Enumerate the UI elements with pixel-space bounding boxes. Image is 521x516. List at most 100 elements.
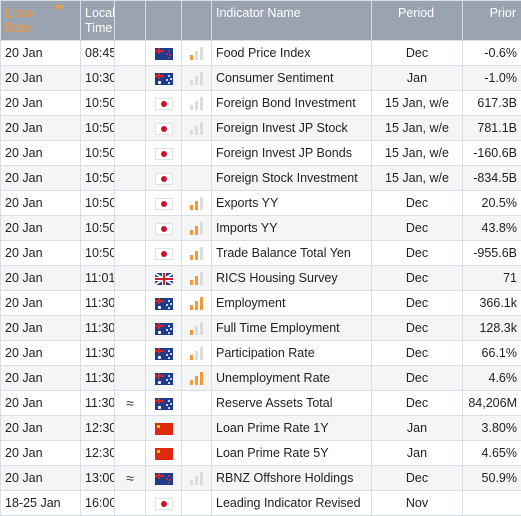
- row-indicator-name[interactable]: Leading Indicator Revised: [212, 491, 372, 516]
- row-volatility: [182, 341, 212, 366]
- row-country: [146, 241, 182, 266]
- row-country: [146, 366, 182, 391]
- row-prior: 66.1%: [463, 341, 521, 366]
- row-date: 20 Jan: [1, 241, 81, 266]
- row-time: 11:30: [81, 291, 115, 316]
- column-header-prior[interactable]: Prior: [463, 1, 521, 41]
- row-period: 15 Jan, w/e: [372, 141, 463, 166]
- row-indicator-name[interactable]: Trade Balance Total Yen: [212, 241, 372, 266]
- row-time: 12:30: [81, 416, 115, 441]
- row-indicator-name[interactable]: Foreign Invest JP Stock: [212, 116, 372, 141]
- jp-flag-icon: [155, 223, 173, 235]
- row-time: 10:50: [81, 166, 115, 191]
- country-header-label: [146, 1, 181, 6]
- row-volatility: [182, 266, 212, 291]
- row-indicator-name[interactable]: RICS Housing Survey: [212, 266, 372, 291]
- row-volatility: [182, 491, 212, 516]
- row-period: Jan: [372, 441, 463, 466]
- row-indicator-name[interactable]: Employment: [212, 291, 372, 316]
- column-header-local-date[interactable]: Local Date: [1, 1, 81, 41]
- row-prior: 366.1k: [463, 291, 521, 316]
- table-row[interactable]: 20 Jan12:30Loan Prime Rate 5YJan4.65%: [1, 441, 521, 466]
- row-period: 15 Jan, w/e: [372, 91, 463, 116]
- row-country: [146, 166, 182, 191]
- row-prelim: [115, 341, 146, 366]
- row-indicator-name[interactable]: Full Time Employment: [212, 316, 372, 341]
- row-period: Nov: [372, 491, 463, 516]
- row-period: Dec: [372, 366, 463, 391]
- row-indicator-name[interactable]: Participation Rate: [212, 341, 372, 366]
- row-indicator-name[interactable]: Food Price Index: [212, 41, 372, 66]
- table-row[interactable]: 20 Jan11:30Participation RateDec66.1%: [1, 341, 521, 366]
- row-indicator-name[interactable]: Loan Prime Rate 5Y: [212, 441, 372, 466]
- volatility-bars-icon: [190, 222, 204, 235]
- column-header-local-time[interactable]: Local Time: [81, 1, 115, 41]
- au-flag-icon: [155, 73, 173, 85]
- au-flag-icon: [155, 398, 173, 410]
- row-indicator-name[interactable]: Exports YY: [212, 191, 372, 216]
- row-prelim: [115, 366, 146, 391]
- volatility-bars-icon: [190, 322, 204, 335]
- au-flag-icon: [155, 298, 173, 310]
- row-indicator-name[interactable]: Foreign Stock Investment: [212, 166, 372, 191]
- row-indicator-name[interactable]: Consumer Sentiment: [212, 66, 372, 91]
- prior-label: Prior: [463, 1, 521, 21]
- indicator-name-label: Indicator Name: [212, 1, 371, 21]
- row-prior: -160.6B: [463, 141, 521, 166]
- row-prior: [463, 491, 521, 516]
- row-time: 10:30: [81, 66, 115, 91]
- table-row[interactable]: 20 Jan11:01RICS Housing SurveyDec71: [1, 266, 521, 291]
- table-row[interactable]: 20 Jan10:50Imports YYDec43.8%: [1, 216, 521, 241]
- row-indicator-name[interactable]: Foreign Invest JP Bonds: [212, 141, 372, 166]
- row-date: 20 Jan: [1, 41, 81, 66]
- row-prior: 50.9%: [463, 466, 521, 491]
- table-row[interactable]: 18-25 Jan16:00Leading Indicator RevisedN…: [1, 491, 521, 516]
- table-row[interactable]: 20 Jan10:50Foreign Invest JP Bonds15 Jan…: [1, 141, 521, 166]
- table-row[interactable]: 20 Jan10:50Exports YYDec20.5%: [1, 191, 521, 216]
- row-date: 20 Jan: [1, 391, 81, 416]
- table-row[interactable]: 20 Jan11:30Full Time EmploymentDec128.3k: [1, 316, 521, 341]
- row-country: [146, 291, 182, 316]
- economic-calendar-table: Local Date Local Time Indicator Name Per…: [0, 0, 521, 516]
- table-row[interactable]: 20 Jan11:30EmploymentDec366.1k: [1, 291, 521, 316]
- row-indicator-name[interactable]: RBNZ Offshore Holdings: [212, 466, 372, 491]
- table-row[interactable]: 20 Jan10:50Foreign Bond Investment15 Jan…: [1, 91, 521, 116]
- table-row[interactable]: 20 Jan08:45Food Price IndexDec-0.6%: [1, 41, 521, 66]
- au-flag-icon: [155, 373, 173, 385]
- row-prior: -834.5B: [463, 166, 521, 191]
- row-indicator-name[interactable]: Foreign Bond Investment: [212, 91, 372, 116]
- row-date: 20 Jan: [1, 141, 81, 166]
- row-indicator-name[interactable]: Loan Prime Rate 1Y: [212, 416, 372, 441]
- column-header-period[interactable]: Period: [372, 1, 463, 41]
- row-prelim: [115, 491, 146, 516]
- local-time-label: Local Time: [85, 6, 115, 36]
- row-indicator-name[interactable]: Unemployment Rate: [212, 366, 372, 391]
- column-header-volatility[interactable]: [182, 1, 212, 41]
- table-row[interactable]: 20 Jan13:00≈RBNZ Offshore HoldingsDec50.…: [1, 466, 521, 491]
- row-period: Dec: [372, 466, 463, 491]
- nz-flag-icon: [155, 48, 173, 60]
- jp-flag-icon: [155, 198, 173, 210]
- table-row[interactable]: 20 Jan11:30Unemployment RateDec4.6%: [1, 366, 521, 391]
- table-row[interactable]: 20 Jan12:30Loan Prime Rate 1YJan3.80%: [1, 416, 521, 441]
- column-header-indicator-name[interactable]: Indicator Name: [212, 1, 372, 41]
- row-prelim: [115, 266, 146, 291]
- table-row[interactable]: 20 Jan10:30Consumer SentimentJan-1.0%: [1, 66, 521, 91]
- table-row[interactable]: 20 Jan10:50Foreign Stock Investment15 Ja…: [1, 166, 521, 191]
- table-row[interactable]: 20 Jan10:50Foreign Invest JP Stock15 Jan…: [1, 116, 521, 141]
- row-indicator-name[interactable]: Reserve Assets Total: [212, 391, 372, 416]
- row-volatility: [182, 466, 212, 491]
- row-country: [146, 441, 182, 466]
- row-indicator-name[interactable]: Imports YY: [212, 216, 372, 241]
- row-period: Dec: [372, 216, 463, 241]
- column-header-prelim[interactable]: [115, 1, 146, 41]
- table-row[interactable]: 20 Jan11:30≈Reserve Assets TotalDec84,20…: [1, 391, 521, 416]
- column-header-country[interactable]: [146, 1, 182, 41]
- table-row[interactable]: 20 Jan10:50Trade Balance Total YenDec-95…: [1, 241, 521, 266]
- row-volatility: [182, 241, 212, 266]
- row-volatility: [182, 41, 212, 66]
- row-volatility: [182, 116, 212, 141]
- row-date: 20 Jan: [1, 416, 81, 441]
- row-prelim: [115, 66, 146, 91]
- row-prelim: [115, 216, 146, 241]
